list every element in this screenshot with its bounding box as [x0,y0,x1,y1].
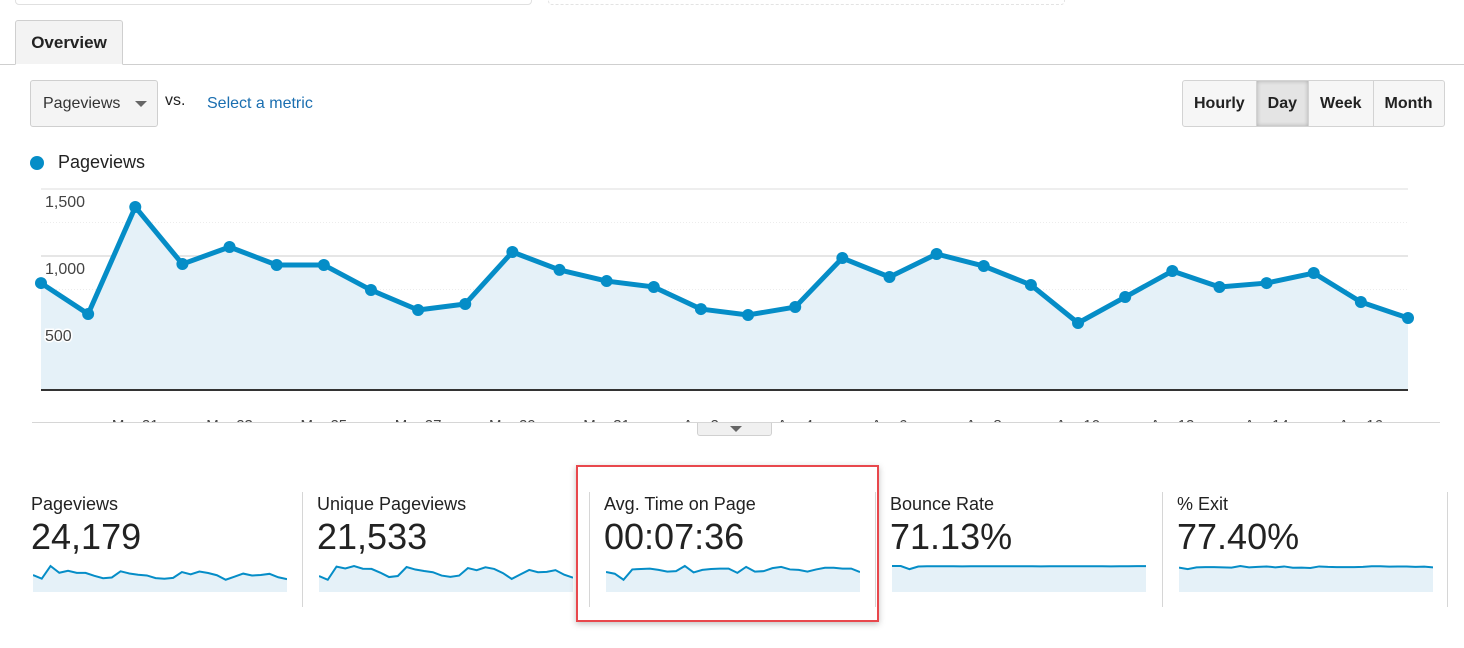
data-point [694,303,707,316]
data-point [82,308,95,321]
data-point [270,258,283,271]
primary-metric-label: Pageviews [43,95,121,112]
vs-label: vs. [165,92,186,109]
top-input-box[interactable] [15,0,532,5]
data-point [1402,312,1414,325]
scorecard-value: 21,533 [317,516,428,557]
data-point [977,260,990,273]
sparkline [892,565,1146,592]
period-month-button[interactable]: Month [1372,81,1444,126]
y-tick-label: 500 [45,328,72,345]
pageviews-chart[interactable]: 5001,0001,500…Mar 21Mar 23Mar 25Mar 27Ma… [0,180,1464,422]
chart-legend: Pageviews [30,152,145,173]
period-hourly-button[interactable]: Hourly [1183,81,1256,126]
scorecard-label: Unique Pageviews [317,494,467,514]
period-toggle: Hourly Day Week Month [1182,80,1445,127]
data-point [223,241,236,254]
legend-dot-icon [30,155,44,170]
scorecard-separator [1447,492,1448,607]
tab-divider [0,64,1464,65]
data-point [1260,277,1273,290]
scorecard-unique-pageviews[interactable]: Unique Pageviews 21,533 [302,492,604,607]
select-metric-link[interactable]: Select a metric [207,95,313,113]
scorecard-value: 71.13% [890,516,1013,557]
scorecard-label: Bounce Rate [890,494,995,514]
sparkline [319,564,573,592]
scorecard-pageviews[interactable]: Pageviews 24,179 [31,492,318,607]
scorecard-value: 24,179 [31,516,142,557]
data-point [364,284,377,297]
data-point [930,247,943,260]
sparkline-area [1179,566,1433,592]
data-point [1119,291,1132,304]
data-point [647,280,660,293]
scorecard-label: % Exit [1177,494,1229,514]
data-point [129,200,142,213]
sparkline [33,564,287,592]
scorecard-value: 77.40% [1177,516,1300,557]
data-point [789,301,802,314]
sparkline-area [892,566,1146,592]
data-point [553,263,566,276]
scorecard-separator [1162,492,1163,607]
data-point [742,308,755,321]
data-point [1024,278,1037,291]
data-point [412,304,425,317]
scorecard-label: Pageviews [31,494,119,514]
legend-label: Pageviews [58,152,146,172]
chart-expand-handle[interactable] [697,423,772,436]
data-point [600,275,613,288]
data-point [35,277,47,290]
data-point [317,258,330,271]
scorecard-separator [302,492,303,607]
data-point [1354,295,1367,308]
series-area [41,206,1408,390]
scorecard-bounce-rate[interactable]: Bounce Rate 71.13% [875,492,1177,607]
data-point [1166,265,1179,278]
y-tick-label: 1,000 [45,261,85,278]
data-point [1213,280,1226,293]
sparkline [1179,564,1433,592]
data-point [506,245,519,258]
data-point [836,252,849,265]
period-day-button[interactable]: Day [1255,81,1309,126]
primary-metric-dropdown[interactable]: Pageviews [30,80,158,127]
chevron-down-icon [135,101,147,107]
data-point [1072,317,1085,329]
highlight-box [576,465,879,622]
chevron-down-icon [730,426,742,432]
data-point [1307,267,1320,280]
period-week-button[interactable]: Week [1308,81,1373,126]
data-point [883,271,896,284]
data-point [176,258,189,271]
data-point [459,297,472,310]
tab-overview[interactable]: Overview [15,20,123,65]
scorecard-exit-rate[interactable]: % Exit 77.40% [1162,492,1464,607]
y-tick-label: 1,500 [45,194,85,211]
sparkline-area [319,566,573,592]
top-dashed-box [548,0,1065,5]
